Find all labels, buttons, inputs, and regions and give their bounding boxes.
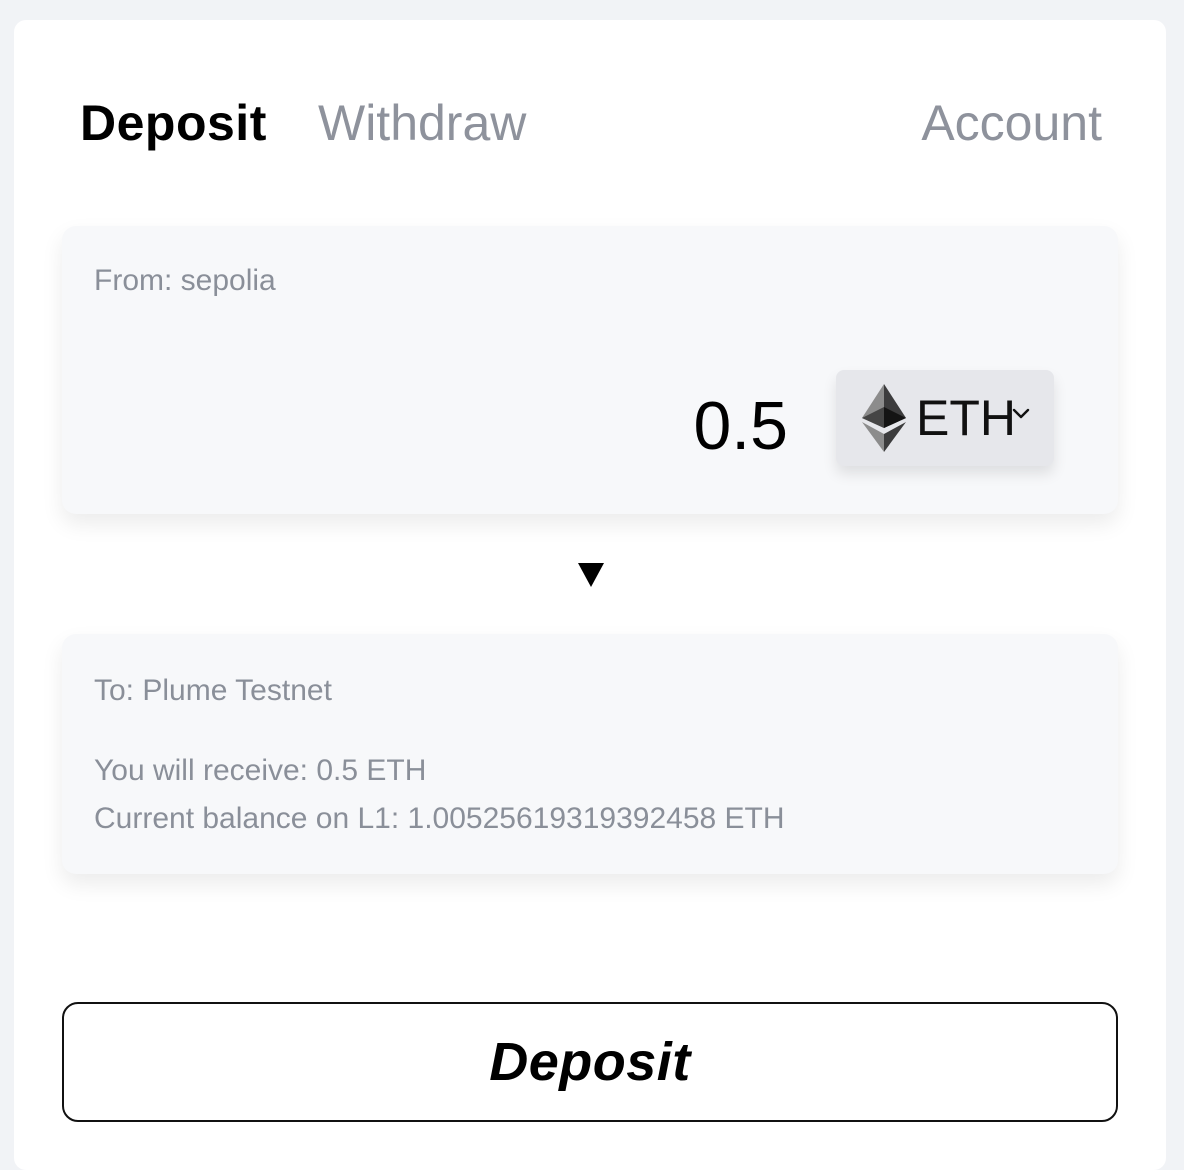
amount-input[interactable] [388, 386, 788, 466]
ethereum-icon [862, 384, 906, 452]
from-panel: From: sepolia ETH [62, 226, 1118, 514]
tab-deposit[interactable]: Deposit [80, 88, 267, 158]
chevron-down-icon [1012, 408, 1030, 419]
token-symbol: ETH [916, 390, 1016, 446]
to-network-label: To: Plume Testnet [94, 674, 332, 707]
bridge-tabs: Deposit Withdraw Account [80, 88, 1120, 158]
tab-withdraw[interactable]: Withdraw [318, 88, 526, 158]
token-select[interactable]: ETH [836, 370, 1054, 466]
bridge-card [14, 20, 1166, 1170]
l1-balance-text: Current balance on L1: 1.005256193193924… [94, 802, 785, 835]
to-panel: To: Plume Testnet You will receive: 0.5 … [62, 634, 1118, 874]
receive-amount-text: You will receive: 0.5 ETH [94, 754, 427, 787]
arrow-down-icon [578, 563, 604, 587]
from-network-label: From: sepolia [94, 264, 276, 297]
deposit-button[interactable]: Deposit [62, 1002, 1118, 1122]
tab-account[interactable]: Account [921, 88, 1102, 158]
